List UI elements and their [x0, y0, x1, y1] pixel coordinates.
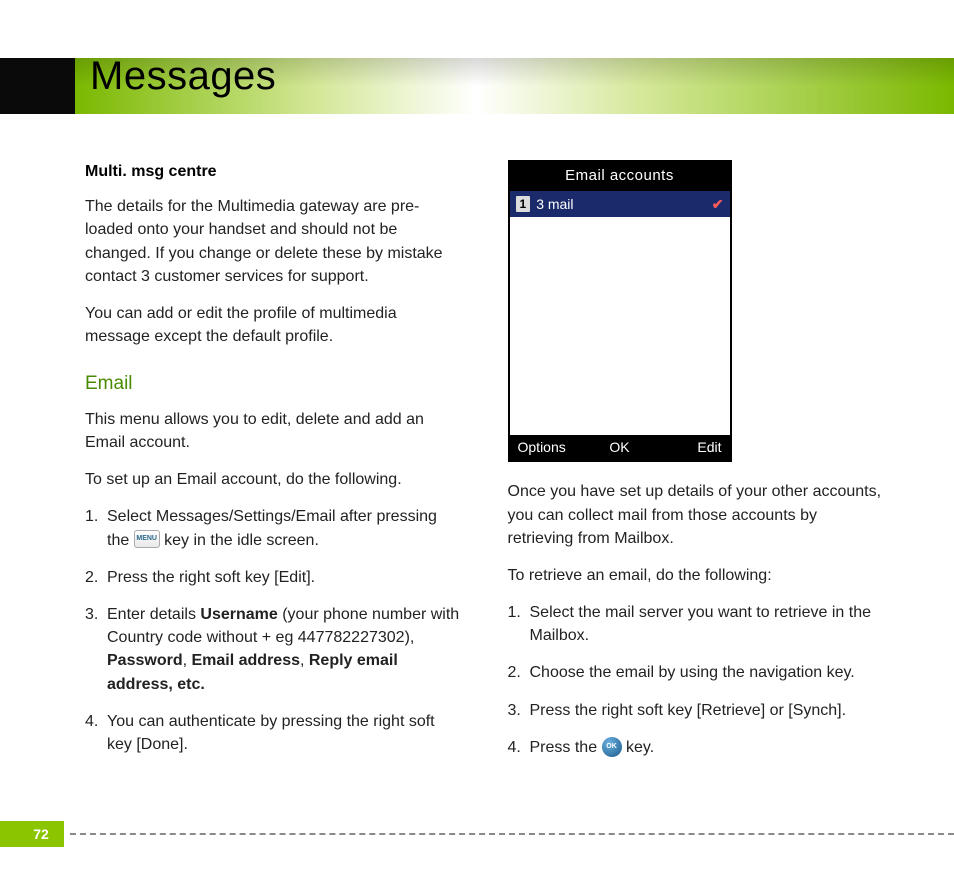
- text: key.: [626, 739, 654, 756]
- list-number: 4.: [85, 710, 107, 756]
- list-number: 3.: [508, 699, 530, 722]
- body-text: You can add or edit the profile of multi…: [85, 302, 462, 348]
- list-body: Press the right soft key [Edit].: [107, 566, 462, 589]
- bold-text: Username: [200, 606, 277, 623]
- list-body: Press the OK key.: [530, 736, 885, 759]
- list-item: 4. You can authenticate by pressing the …: [85, 710, 462, 756]
- softkey-right: Edit: [654, 437, 722, 457]
- list-item: 3. Enter details Username (your phone nu…: [85, 603, 462, 696]
- section-heading-multi-msg: Multi. msg centre: [85, 160, 462, 183]
- phone-body-area: [510, 217, 730, 435]
- list-item: 1. Select the mail server you want to re…: [508, 601, 885, 647]
- list-number: 1.: [508, 601, 530, 647]
- page-title: Messages: [90, 54, 276, 99]
- bold-text: Email address: [191, 652, 300, 669]
- softkey-left: Options: [518, 437, 586, 457]
- footer-divider: [70, 833, 954, 835]
- text: Press the: [530, 739, 602, 756]
- text: Enter details: [107, 606, 200, 623]
- list-item: 2. Choose the email by using the navigat…: [508, 661, 885, 684]
- page-footer: 72: [0, 817, 954, 847]
- list-item: 3. Press the right soft key [Retrieve] o…: [508, 699, 885, 722]
- section-heading-email: Email: [85, 370, 462, 398]
- list-number: 4.: [508, 736, 530, 759]
- page-number-badge: 72: [18, 821, 64, 847]
- text: ,: [300, 652, 309, 669]
- right-column: Email accounts 1 3 mail ✔ Options OK Edi…: [508, 160, 885, 807]
- list-body: Select Messages/Settings/Email after pre…: [107, 505, 462, 551]
- list-number: 1.: [85, 505, 107, 551]
- row-index-badge: 1: [516, 196, 531, 212]
- list-body: Enter details Username (your phone numbe…: [107, 603, 462, 696]
- body-text: To set up an Email account, do the follo…: [85, 468, 462, 491]
- body-text: Once you have set up details of your oth…: [508, 480, 885, 550]
- ordered-list: 1. Select the mail server you want to re…: [508, 601, 885, 759]
- ok-key-icon: OK: [602, 737, 622, 757]
- body-text: This menu allows you to edit, delete and…: [85, 408, 462, 454]
- ordered-list: 1. Select Messages/Settings/Email after …: [85, 505, 462, 756]
- text: key in the idle screen.: [164, 532, 319, 549]
- left-column: Multi. msg centre The details for the Mu…: [85, 160, 462, 807]
- row-label: 3 mail: [536, 194, 706, 214]
- list-body: You can authenticate by pressing the rig…: [107, 710, 462, 756]
- list-item: 4. Press the OK key.: [508, 736, 885, 759]
- phone-list-row: 1 3 mail ✔: [510, 191, 730, 217]
- list-item: 2. Press the right soft key [Edit].: [85, 566, 462, 589]
- bold-text: Password: [107, 652, 183, 669]
- body-text: To retrieve an email, do the following:: [508, 564, 885, 587]
- list-body: Press the right soft key [Retrieve] or […: [530, 699, 885, 722]
- phone-title-bar: Email accounts: [510, 162, 730, 191]
- softkey-center: OK: [586, 437, 654, 457]
- list-item: 1. Select Messages/Settings/Email after …: [85, 505, 462, 551]
- body-text: The details for the Multimedia gateway a…: [85, 195, 462, 288]
- list-number: 2.: [508, 661, 530, 684]
- phone-inner: Email accounts 1 3 mail ✔ Options OK Edi…: [510, 162, 730, 460]
- list-number: 3.: [85, 603, 107, 696]
- phone-softkey-bar: Options OK Edit: [510, 435, 730, 460]
- checkmark-icon: ✔: [712, 194, 724, 214]
- content-area: Multi. msg centre The details for the Mu…: [85, 160, 884, 807]
- menu-key-icon: MENU: [134, 530, 160, 548]
- list-body: Select the mail server you want to retri…: [530, 601, 885, 647]
- list-body: Choose the email by using the navigation…: [530, 661, 885, 684]
- list-number: 2.: [85, 566, 107, 589]
- phone-screenshot: Email accounts 1 3 mail ✔ Options OK Edi…: [508, 160, 732, 462]
